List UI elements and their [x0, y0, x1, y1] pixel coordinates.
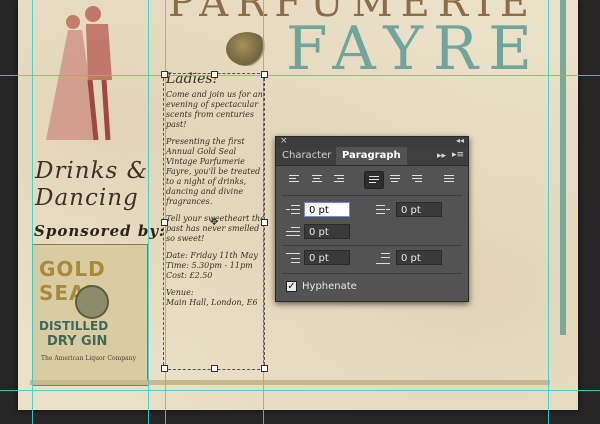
flower-ornament	[226, 32, 268, 66]
panel-divider	[282, 195, 462, 196]
justify-center-button[interactable]	[386, 171, 404, 187]
resize-handle[interactable]	[261, 71, 268, 78]
resize-handle[interactable]	[161, 71, 168, 78]
seal-emblem-icon	[75, 285, 109, 319]
first-line-indent-icon	[286, 226, 300, 239]
resize-handle[interactable]	[261, 365, 268, 372]
gin-line-2: DRY GIN	[47, 334, 108, 349]
justify-all-button[interactable]	[440, 171, 458, 187]
space-after-input[interactable]: 0 pt	[396, 250, 442, 265]
guide-vertical[interactable]	[548, 0, 549, 424]
sponsored-by-heading: Sponsored by:	[34, 222, 166, 240]
align-left-button[interactable]	[286, 171, 304, 187]
poster-title: FAYRE	[286, 14, 542, 84]
paragraph-panel: × ◂◂ Character Paragraph ▸▸ ▸≡ 0 pt 0 pt…	[275, 136, 469, 302]
drinks-heading: Drinks & Dancing	[35, 158, 148, 212]
panel-tab-bar: Character Paragraph ▸▸ ▸≡	[276, 147, 468, 166]
gin-line-1: DISTILLED	[39, 319, 109, 333]
guide-horizontal[interactable]	[0, 390, 600, 391]
tab-character[interactable]: Character	[276, 147, 337, 165]
gin-label-image: GOLD SEAL DISTILLED DRY GIN The American…	[32, 244, 148, 386]
panel-divider	[282, 245, 462, 246]
space-before-icon	[286, 252, 300, 265]
tab-paragraph[interactable]: Paragraph	[336, 147, 407, 165]
left-indent-icon	[286, 204, 300, 217]
expand-icon[interactable]: ▸▸	[437, 147, 446, 165]
align-right-button[interactable]	[330, 171, 348, 187]
justify-right-button[interactable]	[408, 171, 426, 187]
align-center-button[interactable]	[308, 171, 326, 187]
hyphenate-label: Hyphenate	[302, 281, 357, 292]
collapse-icon[interactable]: ◂◂	[456, 136, 464, 145]
resize-handle[interactable]	[211, 71, 218, 78]
drinks-line-1: Drinks &	[35, 158, 149, 184]
hyphenate-checkbox[interactable]: ✓	[286, 281, 297, 292]
center-point-icon: ✥	[210, 217, 219, 228]
close-icon[interactable]: ×	[280, 136, 288, 146]
space-before-input[interactable]: 0 pt	[304, 250, 350, 265]
justify-left-button[interactable]	[364, 171, 384, 189]
panel-menu-icon[interactable]: ▸≡	[452, 150, 464, 161]
guide-vertical[interactable]	[148, 0, 149, 424]
space-after-icon	[376, 252, 390, 265]
gin-smallprint: The American Liquor Company	[41, 355, 136, 362]
bottom-rule	[30, 380, 550, 385]
alignment-buttons	[282, 171, 462, 189]
right-indent-input[interactable]: 0 pt	[396, 202, 442, 217]
guide-vertical[interactable]	[32, 0, 33, 424]
guide-horizontal[interactable]	[0, 75, 600, 76]
teal-border	[560, 0, 566, 335]
right-indent-icon	[376, 204, 390, 217]
panel-divider	[282, 273, 462, 274]
left-indent-input[interactable]: 0 pt	[304, 202, 350, 217]
drinks-line-2: Dancing	[35, 185, 139, 211]
panel-title-bar[interactable]: × ◂◂	[276, 136, 468, 147]
resize-handle[interactable]	[261, 219, 268, 226]
resize-handle[interactable]	[161, 219, 168, 226]
resize-handle[interactable]	[161, 365, 168, 372]
first-line-indent-input[interactable]: 0 pt	[304, 224, 350, 239]
resize-handle[interactable]	[211, 365, 218, 372]
